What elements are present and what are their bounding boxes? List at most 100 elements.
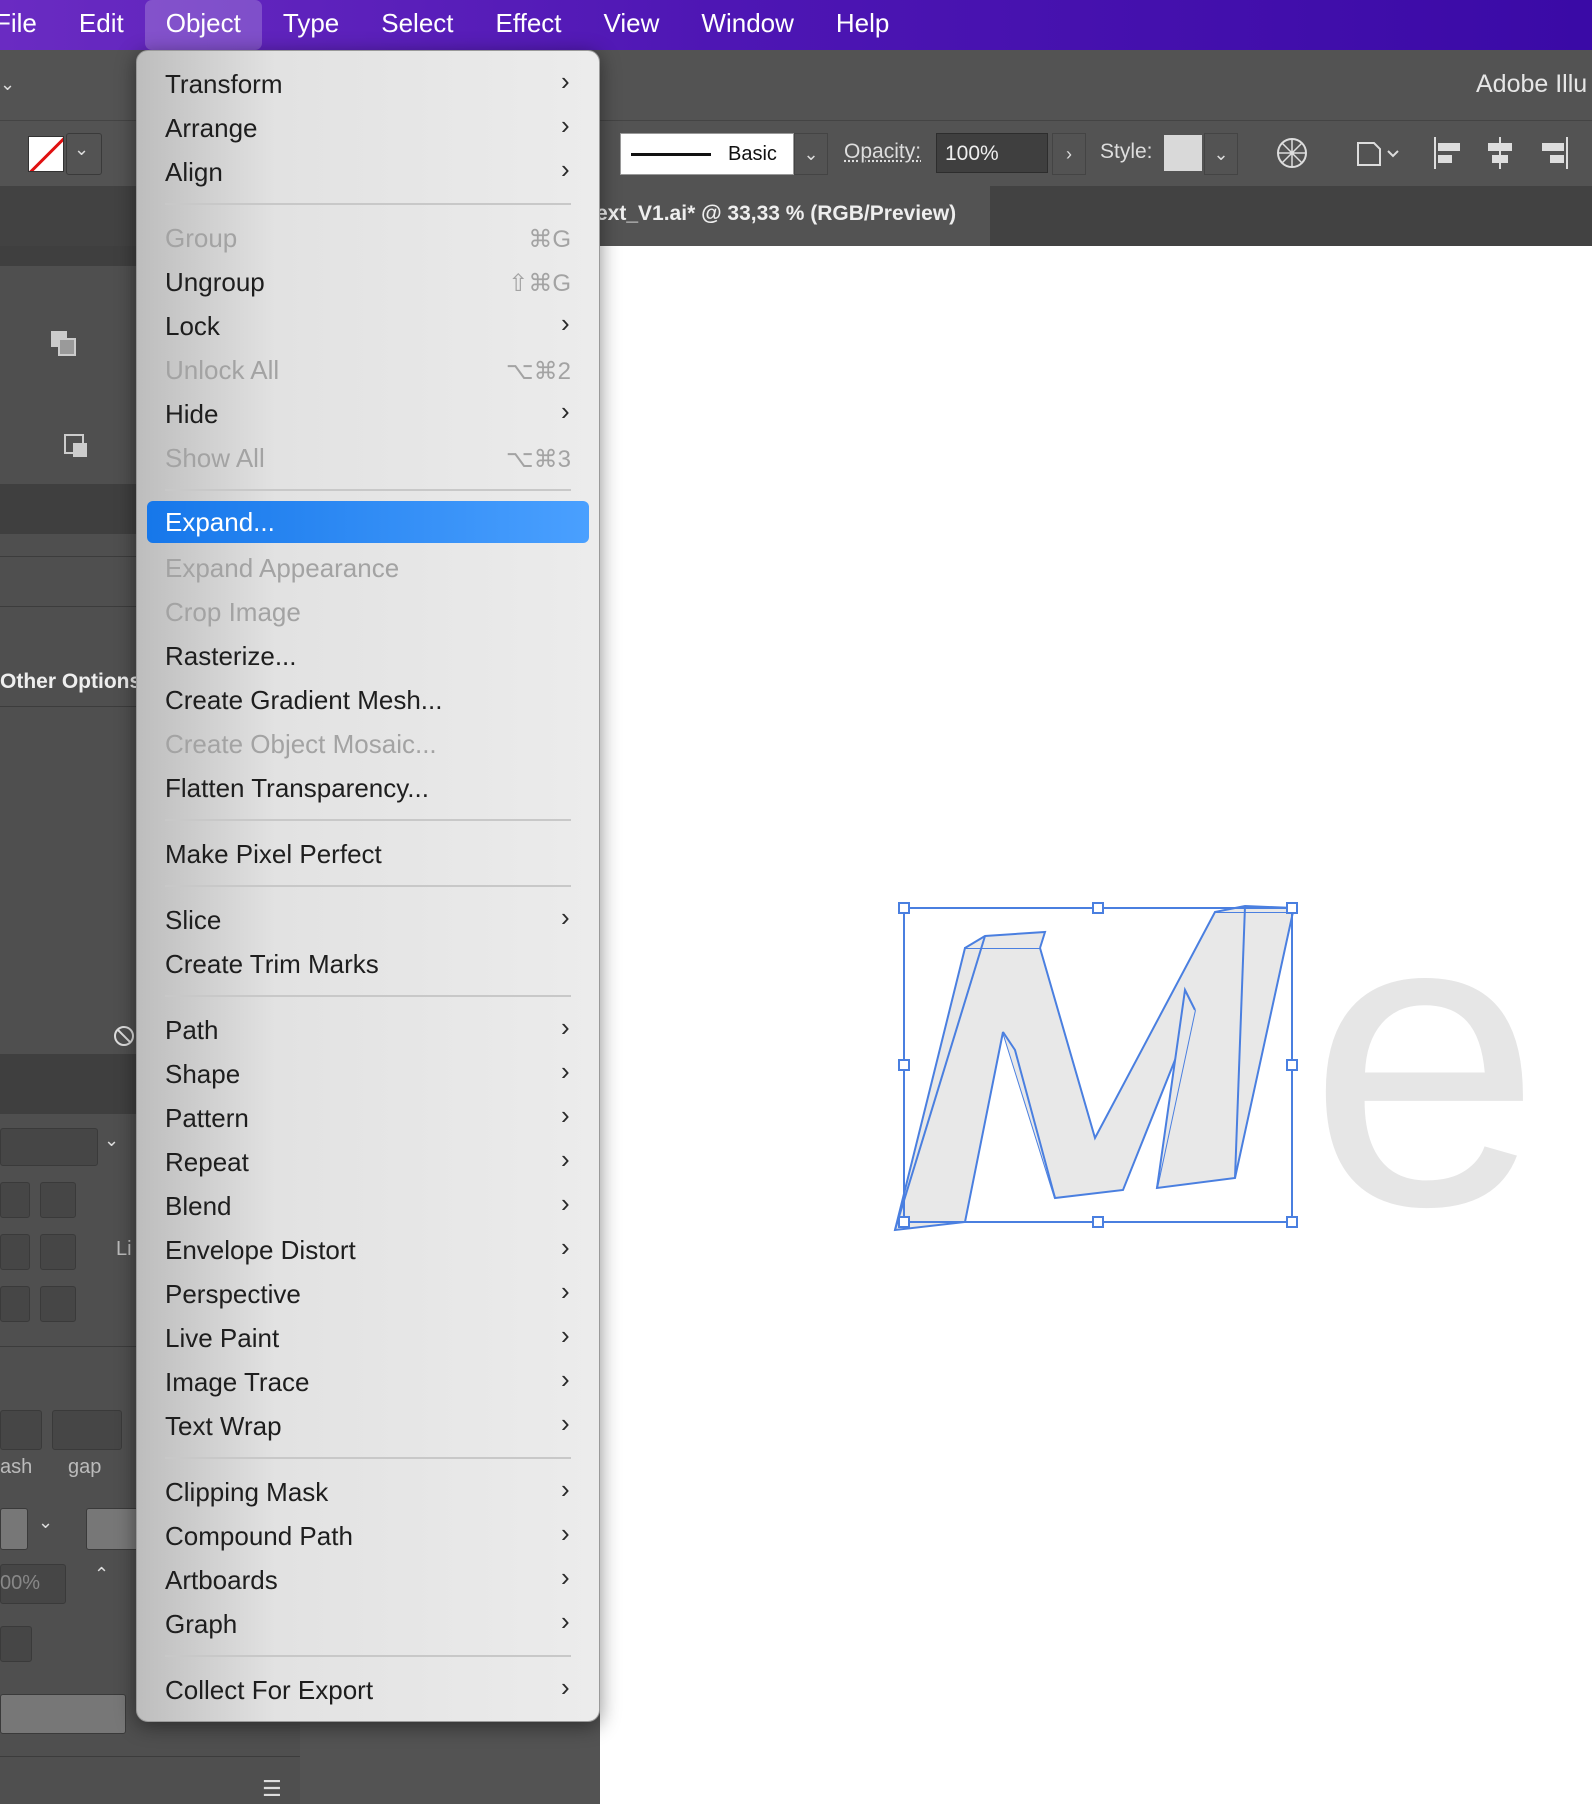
panel-menu-icon[interactable]: ☰: [262, 1776, 282, 1802]
opacity-label[interactable]: Opacity:: [844, 140, 921, 164]
arrowhead-chevron-icon[interactable]: ⌄: [38, 1512, 53, 1533]
menu-item-create-object-mosaic[interactable]: Create Object Mosaic...: [147, 723, 589, 765]
menu-item-arrange[interactable]: Arrange ›: [147, 107, 589, 149]
menu-item-graph[interactable]: Graph ›: [147, 1603, 589, 1645]
align-left-icon[interactable]: [1430, 135, 1466, 171]
align-right-icon[interactable]: [1536, 135, 1572, 171]
menu-item-pattern[interactable]: Pattern ›: [147, 1097, 589, 1139]
stroke-none-swatch[interactable]: [28, 136, 64, 172]
menu-file[interactable]: File: [0, 0, 58, 50]
menu-item-path[interactable]: Path ›: [147, 1009, 589, 1051]
menu-effect[interactable]: Effect: [475, 0, 583, 50]
submenu-arrow-icon: ›: [561, 1408, 570, 1438]
menu-item-create-trim-marks[interactable]: Create Trim Marks: [147, 943, 589, 985]
menu-item-shortcut: ⌘G: [528, 226, 571, 253]
menu-window[interactable]: Window: [680, 0, 814, 50]
cap-button[interactable]: [0, 1182, 30, 1218]
menu-item-artboards[interactable]: Artboards ›: [147, 1559, 589, 1601]
menu-item-label: Collect For Export: [165, 1675, 374, 1705]
menu-item-label: Hide: [165, 399, 219, 429]
menu-item-label: Align: [165, 157, 223, 187]
stroke-profile-label: Basic: [728, 142, 777, 165]
no-symbol-icon[interactable]: [112, 1024, 136, 1048]
menu-item-expand-appearance[interactable]: Expand Appearance: [147, 547, 589, 589]
menu-help[interactable]: Help: [815, 0, 910, 50]
gap-input[interactable]: [52, 1410, 122, 1450]
profile-chevron-icon[interactable]: ⌄: [794, 133, 828, 175]
menu-item-collect-for-export[interactable]: Collect For Export ›: [147, 1669, 589, 1711]
menu-item-create-gradient-mesh[interactable]: Create Gradient Mesh...: [147, 679, 589, 721]
menu-item-transform[interactable]: Transform ›: [147, 63, 589, 105]
swap-button[interactable]: [0, 1626, 32, 1662]
menu-item-label: Graph: [165, 1609, 238, 1639]
submenu-arrow-icon: ›: [561, 1276, 570, 1306]
menu-item-unlock-all[interactable]: Unlock All ⌥⌘2: [147, 349, 589, 391]
stroke-dropdown[interactable]: [66, 133, 102, 175]
menu-item-envelope-distort[interactable]: Envelope Distort ›: [147, 1229, 589, 1271]
menu-view[interactable]: View: [583, 0, 681, 50]
menu-item-clipping-mask[interactable]: Clipping Mask ›: [147, 1471, 589, 1513]
menu-item-label: Envelope Distort: [165, 1235, 356, 1265]
menu-item-image-trace[interactable]: Image Trace ›: [147, 1361, 589, 1403]
opacity-input[interactable]: 100%: [936, 133, 1048, 173]
menu-item-repeat[interactable]: Repeat ›: [147, 1141, 589, 1183]
align-stroke-button[interactable]: [0, 1286, 30, 1322]
arrange-back-icon[interactable]: [62, 432, 94, 464]
panel-dropdown-chevron-icon[interactable]: ⌄: [104, 1130, 119, 1151]
menu-type[interactable]: Type: [262, 0, 360, 50]
stroke-profile-preview[interactable]: Basic: [620, 133, 794, 175]
transform-document-icon[interactable]: [1352, 135, 1402, 171]
scale-stepper-icon[interactable]: ⌃: [94, 1564, 109, 1585]
dash-input[interactable]: [0, 1410, 42, 1450]
submenu-arrow-icon: ›: [561, 154, 570, 184]
submenu-arrow-icon: ›: [561, 396, 570, 426]
profile-select[interactable]: [0, 1694, 126, 1734]
submenu-arrow-icon: ›: [561, 1474, 570, 1504]
menu-item-perspective[interactable]: Perspective ›: [147, 1273, 589, 1315]
arrowhead-select[interactable]: [0, 1508, 28, 1550]
corner-button[interactable]: [0, 1234, 30, 1270]
other-options-label[interactable]: Other Options: [0, 670, 141, 694]
submenu-arrow-icon: ›: [561, 66, 570, 96]
menu-edit[interactable]: Edit: [58, 0, 145, 50]
panel-dropdown[interactable]: [0, 1128, 98, 1166]
cap-button[interactable]: [40, 1182, 76, 1218]
menu-item-shape[interactable]: Shape ›: [147, 1053, 589, 1095]
align-stroke-button[interactable]: [40, 1286, 76, 1322]
menu-item-crop-image[interactable]: Crop Image: [147, 591, 589, 633]
menu-item-label: Flatten Transparency...: [165, 773, 429, 803]
menu-item-hide[interactable]: Hide ›: [147, 393, 589, 435]
menu-item-rasterize[interactable]: Rasterize...: [147, 635, 589, 677]
submenu-arrow-icon: ›: [561, 1672, 570, 1702]
align-center-icon[interactable]: [1482, 135, 1518, 171]
menu-item-expand[interactable]: Expand...: [147, 501, 589, 543]
canvas-letter-e[interactable]: e: [1308, 850, 1542, 1270]
arrange-front-icon[interactable]: [48, 328, 80, 360]
menu-item-label: Group: [165, 223, 238, 253]
scale-value: 00%: [0, 1572, 41, 1594]
menu-select[interactable]: Select: [360, 0, 474, 50]
menu-item-group[interactable]: Group ⌘G: [147, 217, 589, 259]
selection-bounding-box[interactable]: [896, 900, 1300, 1230]
menu-item-compound-path[interactable]: Compound Path ›: [147, 1515, 589, 1557]
recolor-artwork-icon[interactable]: [1274, 135, 1310, 171]
menu-item-show-all[interactable]: Show All ⌥⌘3: [147, 437, 589, 479]
menu-item-label: Repeat: [165, 1147, 249, 1177]
style-chevron-icon[interactable]: ⌄: [1204, 133, 1238, 175]
menu-item-live-paint[interactable]: Live Paint ›: [147, 1317, 589, 1359]
menu-item-ungroup[interactable]: Ungroup ⇧⌘G: [147, 261, 589, 303]
menu-item-slice[interactable]: Slice ›: [147, 899, 589, 941]
menu-item-text-wrap[interactable]: Text Wrap ›: [147, 1405, 589, 1447]
menu-object[interactable]: Object: [144, 0, 262, 50]
document-tab[interactable]: ext_V1.ai* @ 33,33 % (RGB/Preview): [590, 186, 990, 246]
workspace-chevron-icon[interactable]: ⌄: [0, 74, 15, 95]
menu-item-flatten-transparency[interactable]: Flatten Transparency...: [147, 767, 589, 809]
opacity-arrow-icon[interactable]: ›: [1052, 133, 1086, 175]
menu-item-lock[interactable]: Lock ›: [147, 305, 589, 347]
menu-item-align[interactable]: Align ›: [147, 151, 589, 193]
corner-button[interactable]: [40, 1234, 76, 1270]
style-swatch[interactable]: [1164, 135, 1202, 171]
submenu-arrow-icon: ›: [561, 902, 570, 932]
menu-item-blend[interactable]: Blend ›: [147, 1185, 589, 1227]
menu-item-make-pixel-perfect[interactable]: Make Pixel Perfect: [147, 833, 589, 875]
